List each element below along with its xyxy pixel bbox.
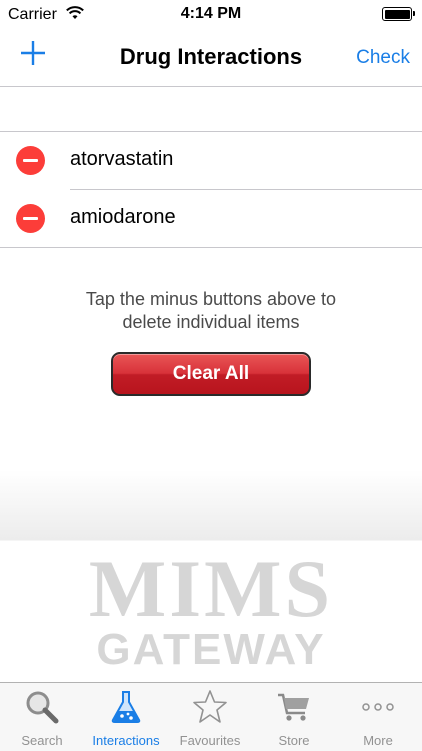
drug-name: atorvastatin [70,148,174,170]
tab-store[interactable]: Store [252,683,336,751]
tab-label: Interactions [92,733,160,748]
check-button[interactable]: Check [356,47,410,69]
tab-label: More [363,733,393,748]
more-icon [360,689,396,725]
logo-line-1: MIMS [88,543,334,634]
drug-list: atorvastatin amiodarone [0,131,422,248]
minus-circle-icon[interactable] [16,204,45,233]
tab-more[interactable]: More [336,683,420,751]
flask-icon [108,689,144,725]
tab-search[interactable]: Search [0,683,84,751]
tab-interactions[interactable]: Interactions [84,683,168,751]
tab-label: Search [21,733,63,748]
magnifier-icon [24,689,60,725]
status-bar: Carrier 4:14 PM [0,0,422,30]
status-time: 4:14 PM [180,5,242,22]
tab-favourites[interactable]: Favourites [168,683,252,751]
hint-line-1: Tap the minus buttons above to [85,289,337,309]
cart-icon [276,689,312,725]
logo-line-2: GATEWAY [96,625,326,674]
navigation-bar: Drug Interactions Check [0,30,422,87]
delete-hint: Tap the minus buttons above to delete in… [0,288,422,334]
tab-bar: Search Interactions Favourites Store Mor… [0,682,422,751]
battery-icon [382,7,415,21]
mims-gateway-logo: MIMS GATEWAY [0,548,422,672]
hint-line-2: delete individual items [122,312,300,332]
drug-name: amiodarone [70,206,176,228]
tab-label: Store [278,733,310,748]
list-item: atorvastatin [0,132,422,189]
list-item: amiodarone [16,189,422,247]
minus-circle-icon[interactable] [16,146,45,175]
tab-label: Favourites [179,733,241,748]
star-icon [192,689,228,725]
clear-all-button[interactable]: Clear All [111,352,311,396]
